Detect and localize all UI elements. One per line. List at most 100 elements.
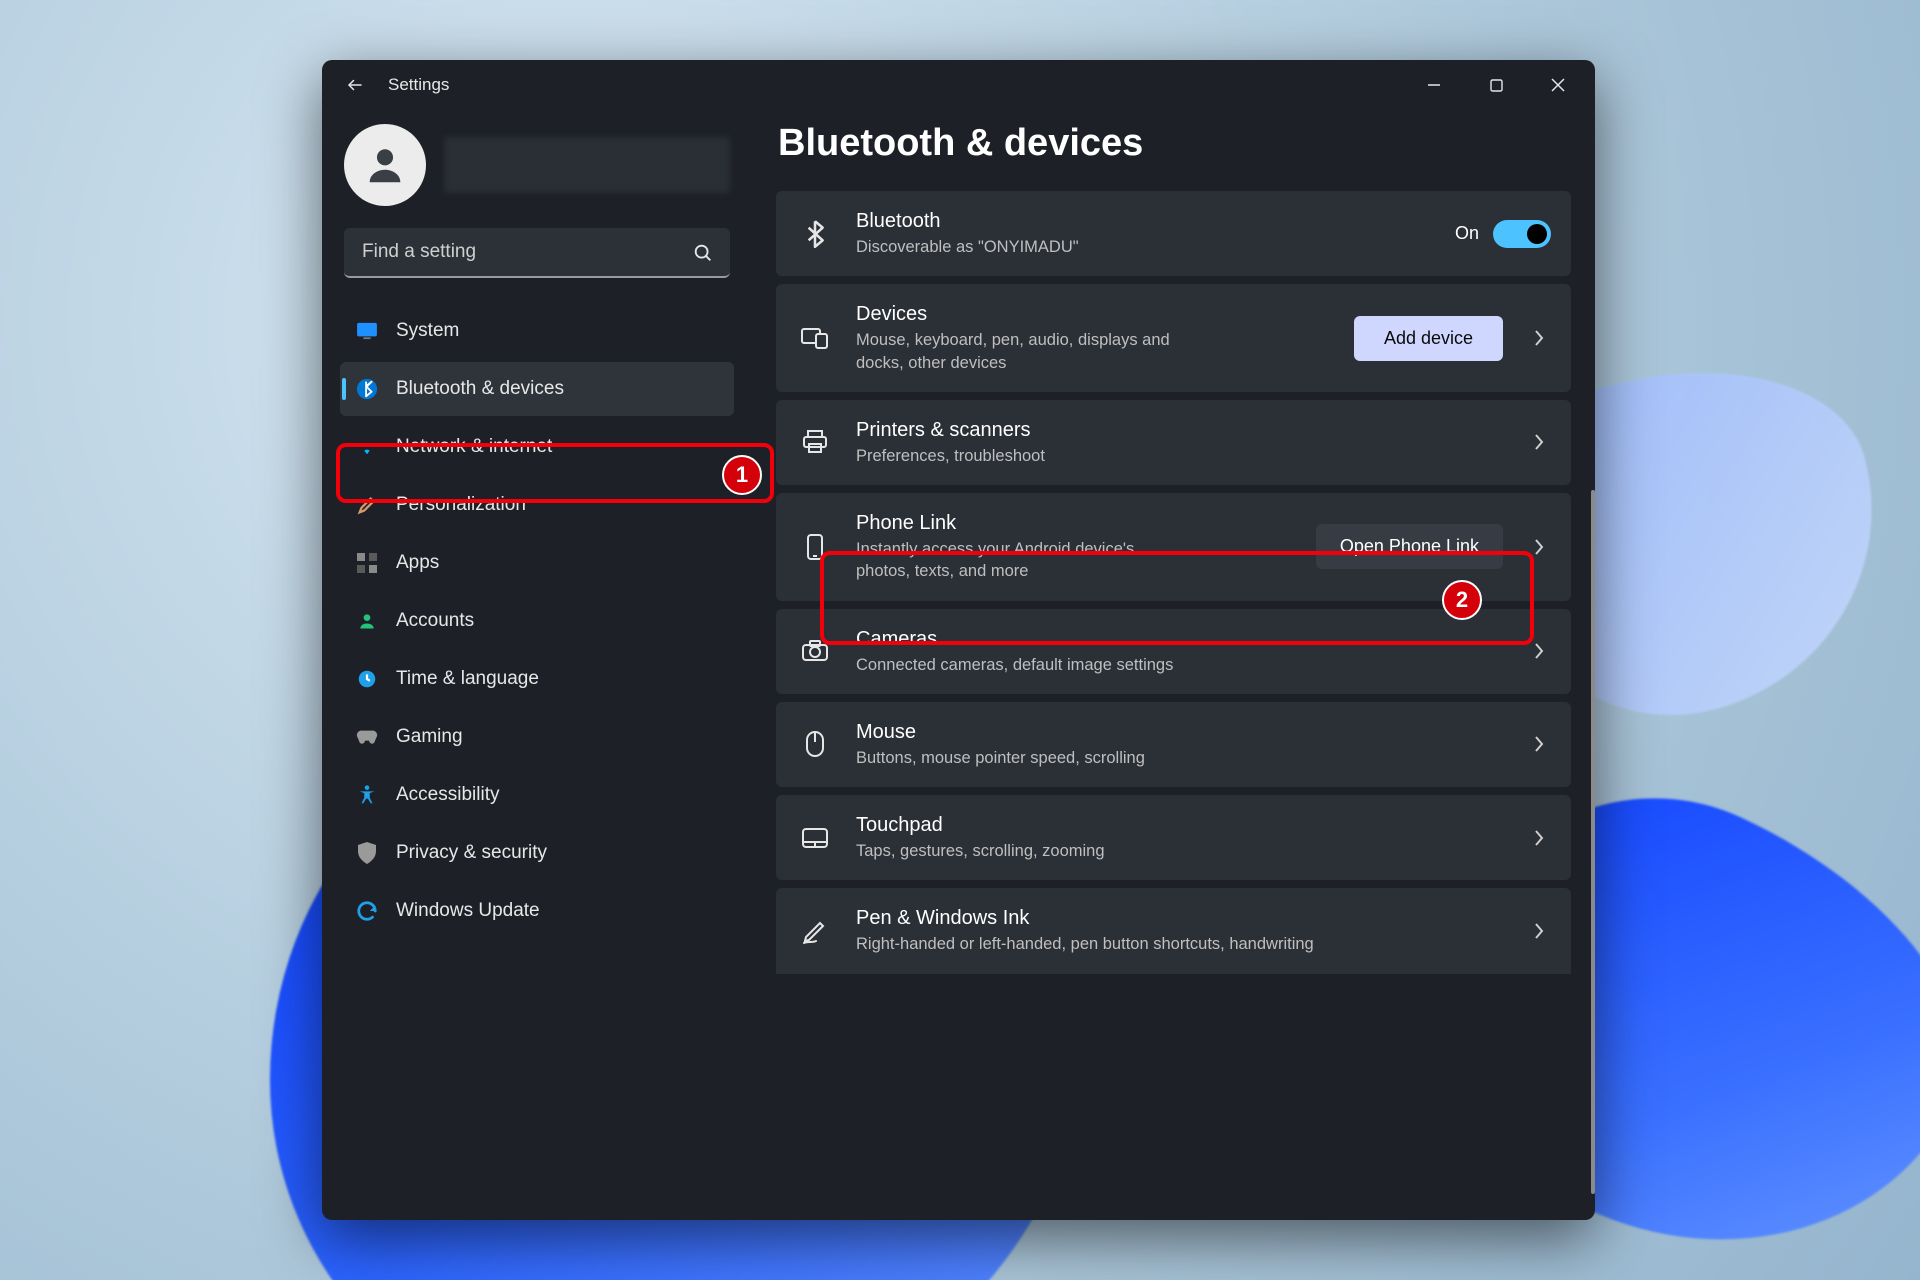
system-icon <box>356 320 378 342</box>
desktop-background: Settings <box>0 0 1920 1280</box>
profile-name-redacted <box>444 137 730 193</box>
update-icon <box>356 900 378 922</box>
window-title: Settings <box>388 75 449 95</box>
settings-window: Settings <box>322 60 1595 1220</box>
chevron-right-icon <box>1527 829 1551 847</box>
nav-windows-update[interactable]: Windows Update <box>340 884 734 938</box>
back-button[interactable] <box>340 70 370 100</box>
nav-network[interactable]: Network & internet <box>340 420 734 474</box>
titlebar: Settings <box>322 60 1595 110</box>
phone-icon <box>798 533 832 561</box>
nav-privacy-security[interactable]: Privacy & security <box>340 826 734 880</box>
apps-icon <box>356 552 378 574</box>
search-input[interactable] <box>344 228 730 278</box>
nav-label: System <box>396 320 459 342</box>
shield-icon <box>356 842 378 864</box>
gamepad-icon <box>356 726 378 748</box>
open-phone-link-button[interactable]: Open Phone Link <box>1316 524 1503 569</box>
nav-bluetooth-devices[interactable]: Bluetooth & devices <box>340 362 734 416</box>
page-title: Bluetooth & devices <box>778 122 1571 165</box>
scrollbar[interactable] <box>1591 490 1595 1194</box>
devices-icon <box>798 326 832 350</box>
card-title: Pen & Windows Ink <box>856 906 1503 931</box>
nav-label: Personalization <box>396 494 526 516</box>
person-icon <box>362 142 408 188</box>
nav-label: Privacy & security <box>396 842 547 864</box>
chevron-right-icon <box>1527 642 1551 660</box>
nav-gaming[interactable]: Gaming <box>340 710 734 764</box>
card-subtitle: Taps, gestures, scrolling, zooming <box>856 840 1503 862</box>
card-subtitle: Mouse, keyboard, pen, audio, displays an… <box>856 329 1186 374</box>
nav-label: Time & language <box>396 668 539 690</box>
paintbrush-icon <box>356 494 378 516</box>
chevron-right-icon <box>1527 538 1551 556</box>
maximize-icon <box>1490 79 1503 92</box>
annotation-badge-1: 1 <box>722 455 762 495</box>
content-pane: Bluetooth & devices Bluetooth Discoverab… <box>752 110 1595 1220</box>
sidebar: System Bluetooth & devices Network & int… <box>322 110 752 1220</box>
nav-label: Network & internet <box>396 436 552 458</box>
mouse-icon <box>798 730 832 758</box>
card-subtitle: Preferences, troubleshoot <box>856 445 1503 467</box>
camera-icon <box>798 640 832 662</box>
chevron-right-icon <box>1527 922 1551 940</box>
nav-label: Windows Update <box>396 900 540 922</box>
nav-apps[interactable]: Apps <box>340 536 734 590</box>
card-title: Touchpad <box>856 813 1503 838</box>
nav-accounts[interactable]: Accounts <box>340 594 734 648</box>
card-touchpad[interactable]: Touchpad Taps, gestures, scrolling, zoom… <box>776 795 1571 880</box>
card-title: Phone Link <box>856 511 1292 536</box>
pen-icon <box>798 918 832 944</box>
annotation-badge-2: 2 <box>1442 580 1482 620</box>
nav-label: Accessibility <box>396 784 499 806</box>
bluetooth-toggle[interactable] <box>1493 220 1551 248</box>
card-title: Cameras <box>856 627 1503 652</box>
card-bluetooth[interactable]: Bluetooth Discoverable as "ONYIMADU" On <box>776 191 1571 276</box>
card-title: Bluetooth <box>856 209 1431 234</box>
nav-time-language[interactable]: Time & language <box>340 652 734 706</box>
nav-label: Accounts <box>396 610 474 632</box>
wifi-icon <box>356 436 378 458</box>
card-subtitle: Instantly access your Android device's p… <box>856 538 1186 583</box>
bluetooth-icon <box>798 220 832 248</box>
card-cameras[interactable]: Cameras Connected cameras, default image… <box>776 609 1571 694</box>
card-subtitle: Connected cameras, default image setting… <box>856 654 1503 676</box>
maximize-button[interactable] <box>1465 62 1527 108</box>
nav-accessibility[interactable]: Accessibility <box>340 768 734 822</box>
nav-list: System Bluetooth & devices Network & int… <box>340 304 734 938</box>
card-subtitle: Discoverable as "ONYIMADU" <box>856 236 1431 258</box>
chevron-right-icon <box>1527 329 1551 347</box>
card-subtitle: Right-handed or left-handed, pen button … <box>856 933 1503 955</box>
add-device-button[interactable]: Add device <box>1354 316 1503 361</box>
card-pen-windows-ink[interactable]: Pen & Windows Ink Right-handed or left-h… <box>776 888 1571 973</box>
nav-label: Bluetooth & devices <box>396 378 564 400</box>
nav-label: Gaming <box>396 726 463 748</box>
arrow-left-icon <box>346 76 364 94</box>
minimize-icon <box>1427 78 1441 92</box>
toggle-state-label: On <box>1455 223 1479 244</box>
accessibility-icon <box>356 784 378 806</box>
account-icon <box>356 610 378 632</box>
chevron-right-icon <box>1527 433 1551 451</box>
card-title: Devices <box>856 302 1330 327</box>
bluetooth-icon <box>356 378 378 400</box>
nav-system[interactable]: System <box>340 304 734 358</box>
card-devices[interactable]: Devices Mouse, keyboard, pen, audio, dis… <box>776 284 1571 392</box>
card-subtitle: Buttons, mouse pointer speed, scrolling <box>856 747 1503 769</box>
close-button[interactable] <box>1527 62 1589 108</box>
nav-label: Apps <box>396 552 439 574</box>
minimize-button[interactable] <box>1403 62 1465 108</box>
profile-block[interactable] <box>344 124 730 206</box>
touchpad-icon <box>798 827 832 849</box>
card-printers-scanners[interactable]: Printers & scanners Preferences, trouble… <box>776 400 1571 485</box>
clock-icon <box>356 668 378 690</box>
card-title: Mouse <box>856 720 1503 745</box>
printer-icon <box>798 430 832 454</box>
avatar <box>344 124 426 206</box>
card-mouse[interactable]: Mouse Buttons, mouse pointer speed, scro… <box>776 702 1571 787</box>
nav-personalization[interactable]: Personalization <box>340 478 734 532</box>
search-box[interactable] <box>344 228 730 278</box>
card-title: Printers & scanners <box>856 418 1503 443</box>
chevron-right-icon <box>1527 735 1551 753</box>
settings-card-list: Bluetooth Discoverable as "ONYIMADU" On <box>776 191 1571 944</box>
